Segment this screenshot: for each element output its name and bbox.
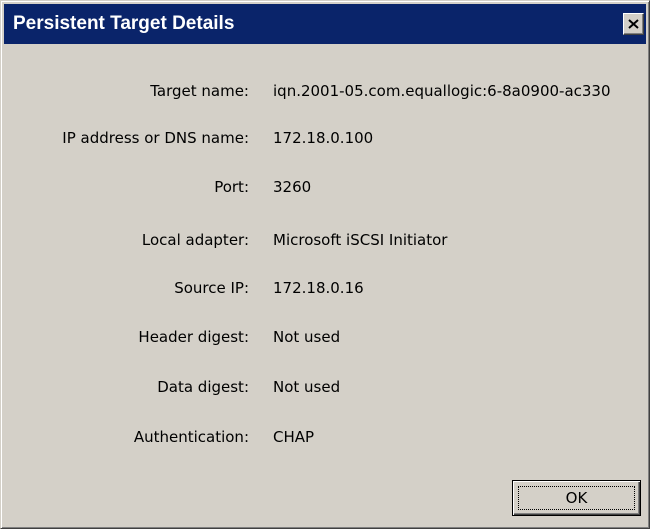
source-ip-label: Source IP:: [174, 279, 249, 297]
authentication-label: Authentication:: [133, 428, 249, 446]
ip-address-label: IP address or DNS name:: [62, 129, 249, 147]
window-title: Persistent Target Details: [13, 13, 235, 34]
data-digest-label: Data digest:: [157, 378, 249, 396]
detail-row-target-name: Target name: iqn.2001-05.com.equallogic:…: [1, 79, 650, 103]
persistent-target-details-dialog: Persistent Target Details Target name: i…: [0, 0, 650, 529]
port-value: 3260: [273, 178, 312, 196]
title-bar[interactable]: Persistent Target Details: [4, 4, 646, 44]
detail-row-source-ip: Source IP: 172.18.0.16: [1, 276, 650, 300]
ok-button-label: OK: [518, 486, 635, 510]
detail-row-port: Port: 3260: [1, 175, 650, 199]
target-name-value: iqn.2001-05.com.equallogic:6-8a0900-ac33…: [273, 82, 611, 100]
ok-button[interactable]: OK: [512, 480, 641, 516]
detail-row-ip-address: IP address or DNS name: 172.18.0.100: [1, 126, 650, 150]
detail-row-header-digest: Header digest: Not used: [1, 325, 650, 349]
source-ip-value: 172.18.0.16: [273, 279, 364, 297]
detail-row-data-digest: Data digest: Not used: [1, 375, 650, 399]
close-button[interactable]: [623, 13, 644, 35]
ip-address-value: 172.18.0.100: [273, 129, 374, 147]
target-name-label: Target name:: [150, 82, 249, 100]
data-digest-value: Not used: [273, 378, 341, 396]
local-adapter-value: Microsoft iSCSI Initiator: [273, 231, 448, 249]
local-adapter-label: Local adapter:: [141, 231, 249, 249]
detail-row-local-adapter: Local adapter: Microsoft iSCSI Initiator: [1, 228, 650, 252]
header-digest-label: Header digest:: [138, 328, 249, 346]
port-label: Port:: [214, 178, 249, 196]
authentication-value: CHAP: [273, 428, 315, 446]
detail-row-authentication: Authentication: CHAP: [1, 425, 650, 449]
close-icon: [628, 19, 639, 29]
header-digest-value: Not used: [273, 328, 341, 346]
